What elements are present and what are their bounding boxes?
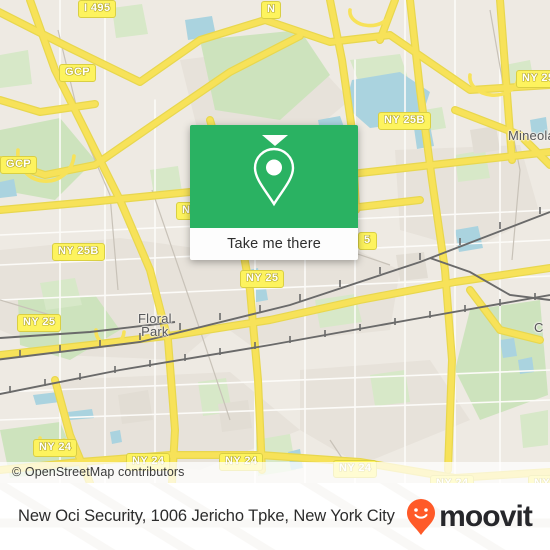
take-me-there-label: Take me there [227,236,321,252]
route-shield-i-495: I 495 [78,0,117,18]
moovit-wordmark: moovit [439,499,533,533]
route-shield-ny-25b-w: NY 25B [52,243,105,261]
footer-bar: New Oci Security, 1006 Jericho Tpke, New… [0,483,550,550]
moovit-map-screenshot: .land { fill:#eeeae3; } .resid { fill:#e… [0,0,550,550]
route-shield-ny-25-w: NY 25 [17,314,62,332]
take-me-there-button[interactable]: Take me there [190,228,358,260]
route-shield-ny-24-a: NY 24 [33,439,78,457]
osm-attribution[interactable]: © OpenStreetMap contributors [0,462,550,483]
location-title: New Oci Security, 1006 Jericho Tpke, New… [18,507,395,525]
map-pin-icon [253,147,295,206]
moovit-pin-smiley-icon [407,498,436,535]
route-shield-ny-25: NY 25 [240,270,285,288]
popup-pointer [262,135,288,146]
route-shield-ny-25b-ne: NY 25U [516,70,550,88]
route-shield-gcp-left: GCP [0,156,38,174]
route-shield-ny-25b-n: NY 25B [378,112,431,130]
route-shield-n: N [261,1,282,19]
route-shield-gcp-top: GCP [59,64,97,82]
moovit-logo: moovit [406,498,536,536]
map-canvas[interactable]: .land { fill:#eeeae3; } .resid { fill:#e… [0,0,550,483]
route-shield-behind-card-right: 5 [358,232,377,250]
